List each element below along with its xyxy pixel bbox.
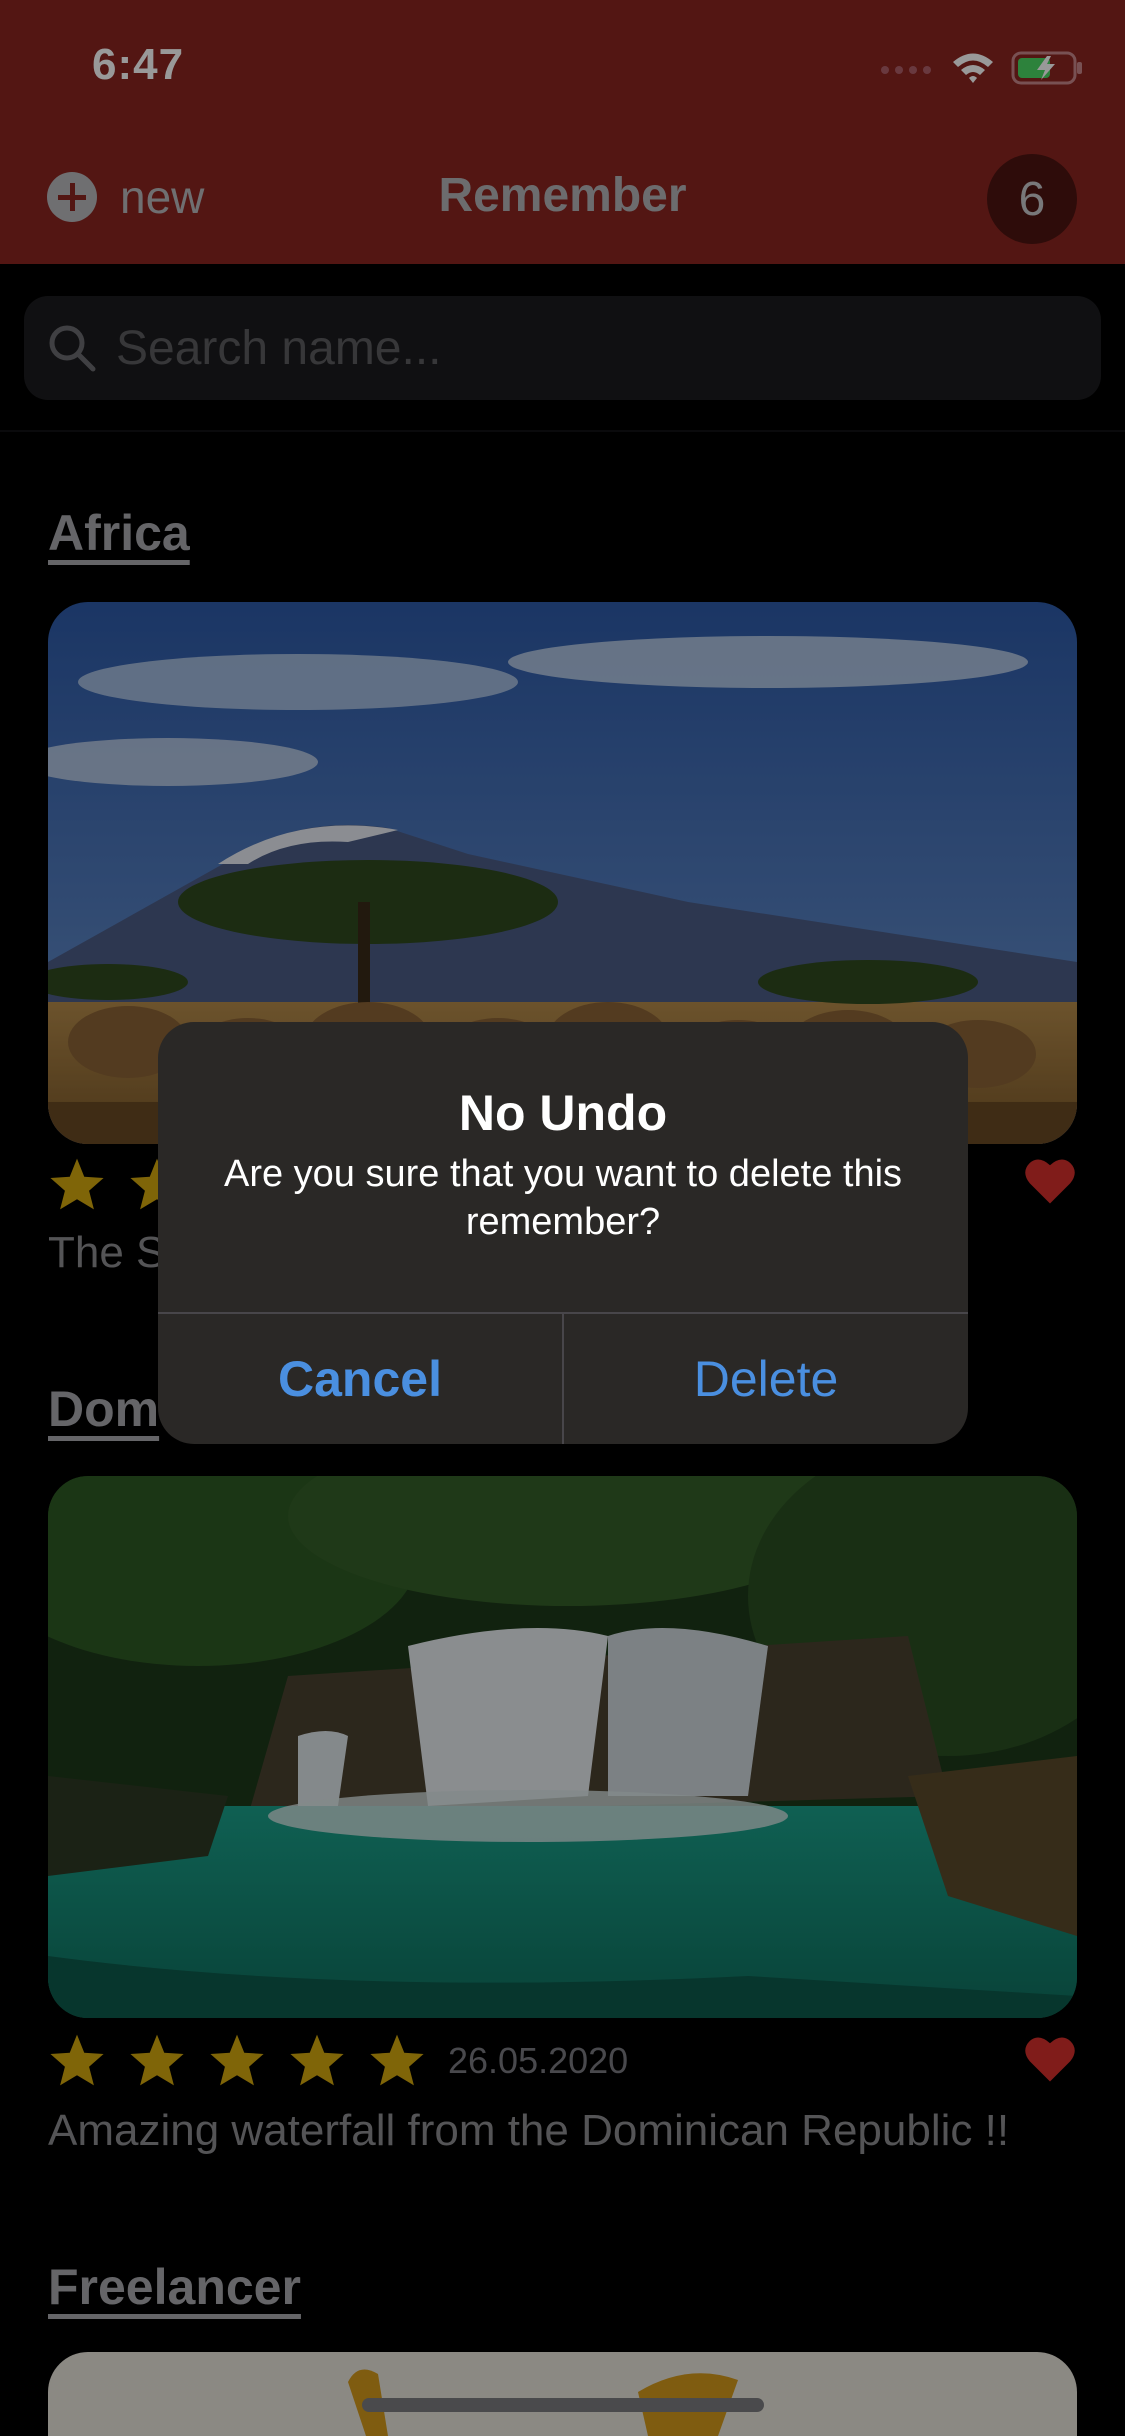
delete-confirmation-alert: No Undo Are you sure that you want to de…	[158, 1022, 968, 1444]
alert-title: No Undo	[458, 1085, 668, 1141]
home-indicator[interactable]	[362, 2398, 764, 2412]
cancel-button[interactable]: Cancel	[158, 1314, 562, 1444]
delete-button[interactable]: Delete	[564, 1314, 968, 1444]
alert-message: Are you sure that you want to delete thi…	[223, 1153, 903, 1243]
